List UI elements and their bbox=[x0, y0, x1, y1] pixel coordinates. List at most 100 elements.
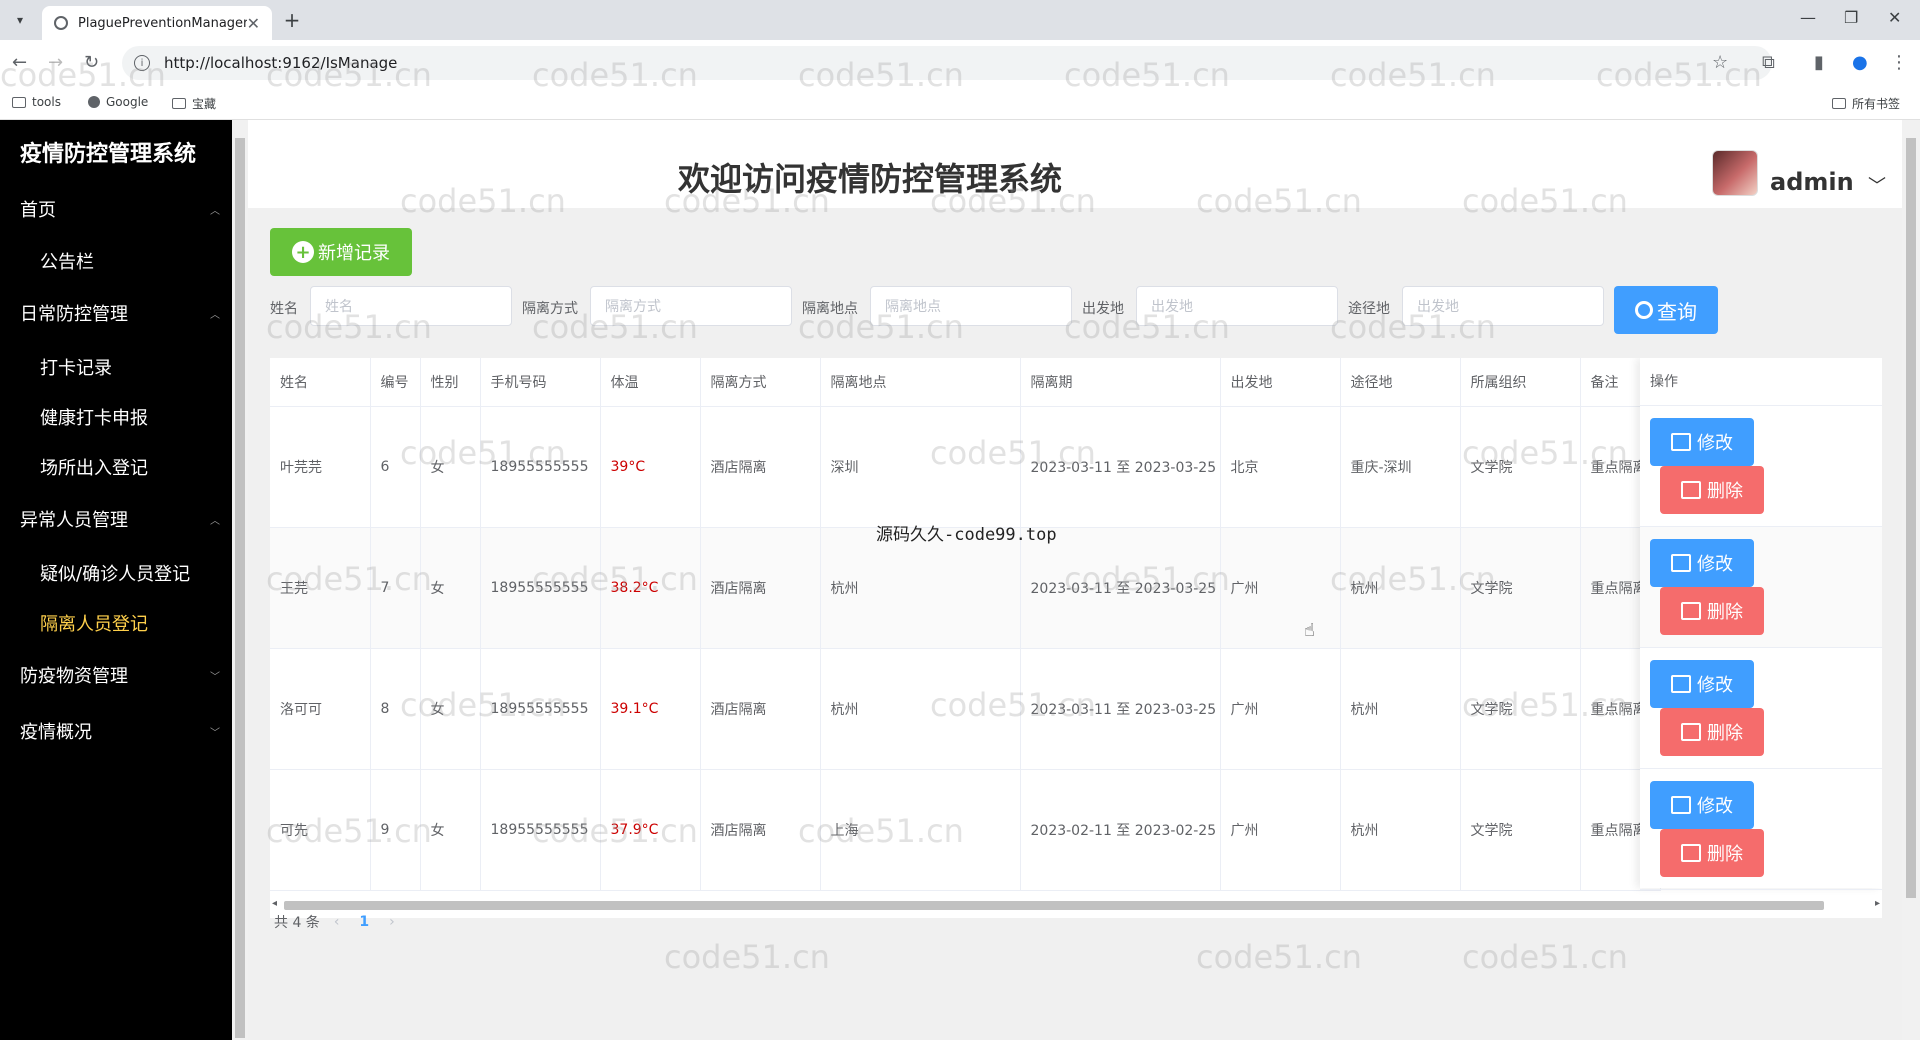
menu-label: 疫情概况 bbox=[20, 722, 92, 743]
scroll-left-icon[interactable]: ◂ bbox=[272, 898, 277, 909]
menu-quarantine-registration[interactable]: 隔离人员登记 bbox=[40, 610, 148, 636]
table-row: 可先 9 女 18955555555 37.9°C 酒店隔离 上海 2023-0… bbox=[270, 769, 1661, 891]
cell-period: 2023-02-11 至 2023-02-25 bbox=[1020, 769, 1221, 891]
menu-venue-entry[interactable]: 场所出入登记 bbox=[40, 454, 148, 480]
edit-button[interactable]: 修改 bbox=[1650, 539, 1754, 587]
profile-icon[interactable]: ● bbox=[1852, 52, 1868, 73]
bookmark-google[interactable]: Google bbox=[88, 95, 148, 109]
browser-menu-icon[interactable]: ⋮ bbox=[1890, 52, 1908, 73]
cell-gender: 女 bbox=[420, 406, 481, 528]
folder-icon bbox=[1832, 98, 1846, 109]
all-bookmarks[interactable]: 所有书签 bbox=[1832, 95, 1900, 112]
table-header-row: 姓名 编号 性别 手机号码 体温 隔离方式 隔离地点 隔离期 出发地 途径地 所… bbox=[270, 358, 1661, 407]
scroll-right-icon[interactable]: ▸ bbox=[1875, 898, 1880, 909]
cell-name: 洛可可 bbox=[270, 648, 371, 770]
edit-icon bbox=[1671, 554, 1691, 572]
via-input[interactable] bbox=[1402, 286, 1604, 326]
filter-label-name: 姓名 bbox=[270, 301, 298, 317]
chevron-up-icon: ︿ bbox=[210, 205, 220, 217]
page-number[interactable]: 1 bbox=[359, 914, 369, 930]
scroll-thumb[interactable] bbox=[284, 901, 1824, 910]
cell-phone: 18955555555 bbox=[480, 769, 601, 891]
bookmark-star-icon[interactable]: ☆ bbox=[1712, 52, 1728, 73]
menu-suspected-confirmed[interactable]: 疑似/确诊人员登记 bbox=[40, 560, 190, 586]
sidebar-scrollbar[interactable] bbox=[232, 120, 248, 1040]
cell-temperature: 37.9°C bbox=[600, 769, 701, 891]
plus-circle-icon: + bbox=[292, 241, 314, 263]
overlay-watermark-text: 源码久久-code99.top bbox=[876, 525, 1057, 545]
avatar[interactable] bbox=[1712, 150, 1758, 196]
cell-location: 杭州 bbox=[820, 648, 1021, 770]
minimize-icon[interactable]: — bbox=[1800, 8, 1816, 27]
chevron-down-icon[interactable]: ﹀ bbox=[1868, 172, 1886, 198]
name-input[interactable] bbox=[310, 286, 512, 326]
cell-period: 2023-03-11 至 2023-03-25 bbox=[1020, 527, 1221, 649]
edit-button[interactable]: 修改 bbox=[1650, 418, 1754, 466]
add-record-button[interactable]: + 新增记录 bbox=[270, 228, 412, 276]
cell-via: 杭州 bbox=[1340, 769, 1461, 891]
menu-home[interactable]: 首页 ︿ bbox=[20, 196, 220, 222]
tab-close-icon[interactable]: ✕ bbox=[247, 14, 260, 33]
column-header: 手机号码 bbox=[480, 358, 601, 407]
menu-checkin-records[interactable]: 打卡记录 bbox=[40, 354, 112, 380]
page-scrollbar[interactable] bbox=[1902, 120, 1920, 1040]
departure-input[interactable] bbox=[1136, 286, 1338, 326]
delete-button[interactable]: 删除 bbox=[1660, 829, 1764, 877]
column-header: 隔离地点 bbox=[820, 358, 1021, 407]
google-icon bbox=[88, 96, 100, 108]
button-label: 删除 bbox=[1707, 844, 1743, 865]
username[interactable]: admin bbox=[1770, 168, 1854, 196]
close-window-icon[interactable]: ✕ bbox=[1888, 8, 1901, 27]
browser-tab-strip: ▾ PlaguePreventionManagerV... ✕ + — ❐ ✕ bbox=[0, 0, 1920, 40]
cell-method: 酒店隔离 bbox=[700, 406, 821, 528]
bookmark-label: 宝藏 bbox=[192, 97, 217, 111]
menu-supplies[interactable]: 防疫物资管理 ﹀ bbox=[20, 662, 220, 688]
menu-abnormal-persons[interactable]: 异常人员管理 ︿ bbox=[20, 506, 220, 532]
delete-button[interactable]: 删除 bbox=[1660, 466, 1764, 514]
edit-button[interactable]: 修改 bbox=[1650, 660, 1754, 708]
quarantine-location-input[interactable] bbox=[870, 286, 1072, 326]
new-tab-icon[interactable]: + bbox=[280, 8, 304, 32]
next-page-icon[interactable]: › bbox=[389, 914, 395, 930]
menu-label: 异常人员管理 bbox=[20, 510, 128, 531]
filter-label-method: 隔离方式 bbox=[522, 301, 578, 317]
back-icon[interactable]: ← bbox=[12, 52, 27, 73]
filter-label-via: 途径地 bbox=[1348, 301, 1390, 317]
bookmark-treasure[interactable]: 宝藏 bbox=[172, 95, 216, 112]
chevron-down-icon: ﹀ bbox=[210, 671, 220, 683]
menu-daily-prevention[interactable]: 日常防控管理 ︿ bbox=[20, 300, 220, 326]
folder-icon bbox=[172, 98, 186, 109]
operations-cell: 修改 删除 bbox=[1640, 648, 1882, 769]
cell-temperature: 38.2°C bbox=[600, 527, 701, 649]
bookmark-tools[interactable]: tools bbox=[12, 95, 61, 109]
table-horizontal-scrollbar[interactable]: ◂ ▸ bbox=[270, 898, 1882, 912]
delete-button[interactable]: 删除 bbox=[1660, 708, 1764, 756]
browser-tab[interactable]: PlaguePreventionManagerV... ✕ bbox=[42, 6, 272, 40]
cell-gender: 女 bbox=[420, 769, 481, 891]
edit-button[interactable]: 修改 bbox=[1650, 781, 1754, 829]
cell-method: 酒店隔离 bbox=[700, 527, 821, 649]
menu-notice-board[interactable]: 公告栏 bbox=[40, 248, 94, 274]
extensions-icon[interactable]: ⧉ bbox=[1762, 52, 1775, 73]
restore-icon[interactable]: ❐ bbox=[1844, 8, 1858, 27]
reload-icon[interactable]: ↻ bbox=[84, 52, 99, 73]
cell-period: 2023-03-11 至 2023-03-25 bbox=[1020, 406, 1221, 528]
menu-label: 日常防控管理 bbox=[20, 304, 128, 325]
prev-page-icon[interactable]: ‹ bbox=[334, 914, 340, 930]
chevron-up-icon: ︿ bbox=[210, 515, 220, 527]
menu-overview[interactable]: 疫情概况 ﹀ bbox=[20, 718, 220, 744]
forward-icon[interactable]: → bbox=[48, 52, 63, 73]
side-panel-icon[interactable]: ▮ bbox=[1814, 52, 1824, 73]
site-info-icon[interactable]: i bbox=[134, 55, 150, 71]
column-header: 隔离方式 bbox=[700, 358, 821, 407]
search-button[interactable]: 查询 bbox=[1614, 286, 1718, 334]
table-row: 叶芫芫 6 女 18955555555 39°C 酒店隔离 深圳 2023-03… bbox=[270, 406, 1661, 528]
address-bar[interactable]: i http://localhost:9162/IsManage bbox=[122, 46, 1772, 80]
delete-button[interactable]: 删除 bbox=[1660, 587, 1764, 635]
menu-health-declaration[interactable]: 健康打卡申报 bbox=[40, 404, 148, 430]
tab-search-icon[interactable]: ▾ bbox=[8, 8, 32, 32]
chevron-up-icon: ︿ bbox=[210, 309, 220, 321]
quarantine-method-input[interactable] bbox=[590, 286, 792, 326]
cell-id: 7 bbox=[370, 527, 421, 649]
cell-temperature: 39°C bbox=[600, 406, 701, 528]
